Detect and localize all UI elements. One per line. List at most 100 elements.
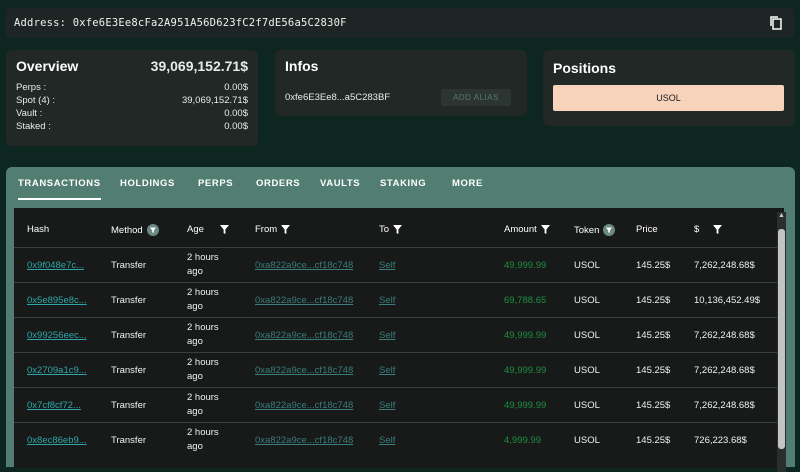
filter-icon[interactable] <box>540 225 550 234</box>
add-alias-button[interactable]: ADD ALIAS <box>441 89 511 106</box>
tab-transactions[interactable]: TRANSACTIONS <box>18 167 101 200</box>
to-link[interactable]: Self <box>379 330 395 341</box>
table-scrollbar[interactable]: ▲ <box>777 212 786 472</box>
to-link[interactable]: Self <box>379 260 395 271</box>
token-cell: USOL <box>574 330 600 341</box>
header-from-label: From <box>255 224 278 235</box>
tab-orders[interactable]: ORDERS <box>256 167 300 200</box>
address-bar: Address: 0xfe6E3Ee8cFa2A951A56D623fC2f7d… <box>6 8 794 38</box>
scrollbar-thumb[interactable] <box>778 229 785 449</box>
header-to-label: To <box>379 224 390 235</box>
header-usd[interactable]: $ <box>694 224 723 235</box>
to-link[interactable]: Self <box>379 295 395 306</box>
filter-active-icon[interactable] <box>603 224 616 236</box>
age-cell-line2: ago <box>187 266 203 277</box>
hash-link[interactable]: 0x2709a1c9... <box>27 365 87 376</box>
tab-perps[interactable]: PERPS <box>198 167 233 200</box>
age-cell-line1: 2 hours <box>187 392 219 403</box>
hash-link[interactable]: 0x8ec86eb9... <box>27 435 87 446</box>
age-cell-line1: 2 hours <box>187 252 219 263</box>
from-link[interactable]: 0xa822a9ce...cf18c748 <box>255 260 353 271</box>
price-cell: 145.25$ <box>636 295 671 306</box>
to-link[interactable]: Self <box>379 365 395 376</box>
hash-link[interactable]: 0x5e895e8c... <box>27 295 87 306</box>
filter-icon[interactable] <box>393 225 403 234</box>
amount-cell: 49,999.99 <box>504 330 547 341</box>
infos-card: Infos 0xfe6E3Ee8...a5C283BF ADD ALIAS <box>275 50 527 116</box>
price-cell: 145.25$ <box>636 435 671 446</box>
overview-row-spot: Spot (4) : 39,069,152.71$ <box>16 95 248 108</box>
filter-active-icon[interactable] <box>146 224 159 236</box>
header-hash[interactable]: Hash <box>27 224 49 235</box>
usd-cell: 726,223.68$ <box>694 435 747 446</box>
to-link[interactable]: Self <box>379 400 395 411</box>
header-amount-label: Amount <box>504 224 537 235</box>
token-cell: USOL <box>574 365 600 376</box>
header-from[interactable]: From <box>255 224 291 235</box>
overview-row-label: Spot (4) : <box>16 95 56 106</box>
price-cell: 145.25$ <box>636 260 671 271</box>
header-to[interactable]: To <box>379 224 403 235</box>
method-cell: Transfer <box>111 330 147 341</box>
overview-row-staked: Staked : 0.00$ <box>16 121 248 134</box>
to-link[interactable]: Self <box>379 435 395 446</box>
usd-cell: 7,262,248.68$ <box>694 260 755 271</box>
age-cell-line1: 2 hours <box>187 427 219 438</box>
position-usol-chip[interactable]: USOL <box>553 85 784 111</box>
from-link[interactable]: 0xa822a9ce...cf18c748 <box>255 295 353 306</box>
amount-cell: 69,788.65 <box>504 295 547 306</box>
token-cell: USOL <box>574 260 600 271</box>
price-cell: 145.25$ <box>636 365 671 376</box>
from-link[interactable]: 0xa822a9ce...cf18c748 <box>255 435 353 446</box>
filter-icon[interactable] <box>219 225 229 234</box>
overview-row-label: Staked : <box>16 121 51 132</box>
token-cell: USOL <box>574 435 600 446</box>
tab-bar: TRANSACTIONS HOLDINGS PERPS ORDERS VAULT… <box>6 167 795 200</box>
header-token[interactable]: Token <box>574 224 616 236</box>
hash-link[interactable]: 0x9f048e7c... <box>27 260 84 271</box>
copy-icon[interactable] <box>768 15 784 31</box>
token-cell: USOL <box>574 400 600 411</box>
tab-vaults[interactable]: VAULTS <box>320 167 360 200</box>
usd-cell: 7,262,248.68$ <box>694 365 755 376</box>
from-link[interactable]: 0xa822a9ce...cf18c748 <box>255 330 353 341</box>
table-row: 0x99256eec... Transfer 2 hours ago 0xa82… <box>14 317 784 353</box>
address-value: 0xfe6E3Ee8cFa2A951A56D623fC2f7dE56a5C283… <box>72 17 347 29</box>
hash-link[interactable]: 0x7cf8cf72... <box>27 400 81 411</box>
header-method[interactable]: Method <box>111 224 159 236</box>
age-cell-line2: ago <box>187 336 203 347</box>
age-cell-line2: ago <box>187 301 203 312</box>
header-token-label: Token <box>574 224 600 236</box>
tab-staking[interactable]: STAKING <box>380 167 426 200</box>
header-amount[interactable]: Amount <box>504 224 550 235</box>
tab-more[interactable]: MORE <box>452 167 483 200</box>
overview-row-label: Perps : <box>16 82 47 93</box>
usd-cell: 10,136,452.49$ <box>694 295 761 306</box>
header-age[interactable]: Age <box>187 224 229 235</box>
age-cell-line2: ago <box>187 406 203 417</box>
method-cell: Transfer <box>111 400 147 411</box>
from-link[interactable]: 0xa822a9ce...cf18c748 <box>255 400 353 411</box>
hash-link[interactable]: 0x99256eec... <box>27 330 87 341</box>
header-price-label: Price <box>636 224 658 235</box>
tab-holdings[interactable]: HOLDINGS <box>120 167 175 200</box>
usd-cell: 7,262,248.68$ <box>694 400 755 411</box>
age-cell-line1: 2 hours <box>187 357 219 368</box>
overview-row-value: 0.00$ <box>224 108 248 119</box>
transactions-table: Hash Method Age From To Amount Token Pri… <box>14 208 784 468</box>
method-cell: Transfer <box>111 260 147 271</box>
positions-card: Positions USOL <box>543 50 795 126</box>
scroll-up-arrow-icon[interactable]: ▲ <box>778 212 785 219</box>
header-method-label: Method <box>111 224 143 236</box>
from-link[interactable]: 0xa822a9ce...cf18c748 <box>255 365 353 376</box>
age-cell-line1: 2 hours <box>187 322 219 333</box>
token-cell: USOL <box>574 295 600 306</box>
table-row: 0x7cf8cf72... Transfer 2 hours ago 0xa82… <box>14 387 784 423</box>
filter-icon[interactable] <box>713 225 723 234</box>
filter-icon[interactable] <box>281 225 291 234</box>
header-usd-label: $ <box>694 224 700 235</box>
overview-row-value: 0.00$ <box>224 82 248 93</box>
amount-cell: 4,999.99 <box>504 435 541 446</box>
amount-cell: 49,999.99 <box>504 400 547 411</box>
overview-row-label: Vault : <box>16 108 43 119</box>
